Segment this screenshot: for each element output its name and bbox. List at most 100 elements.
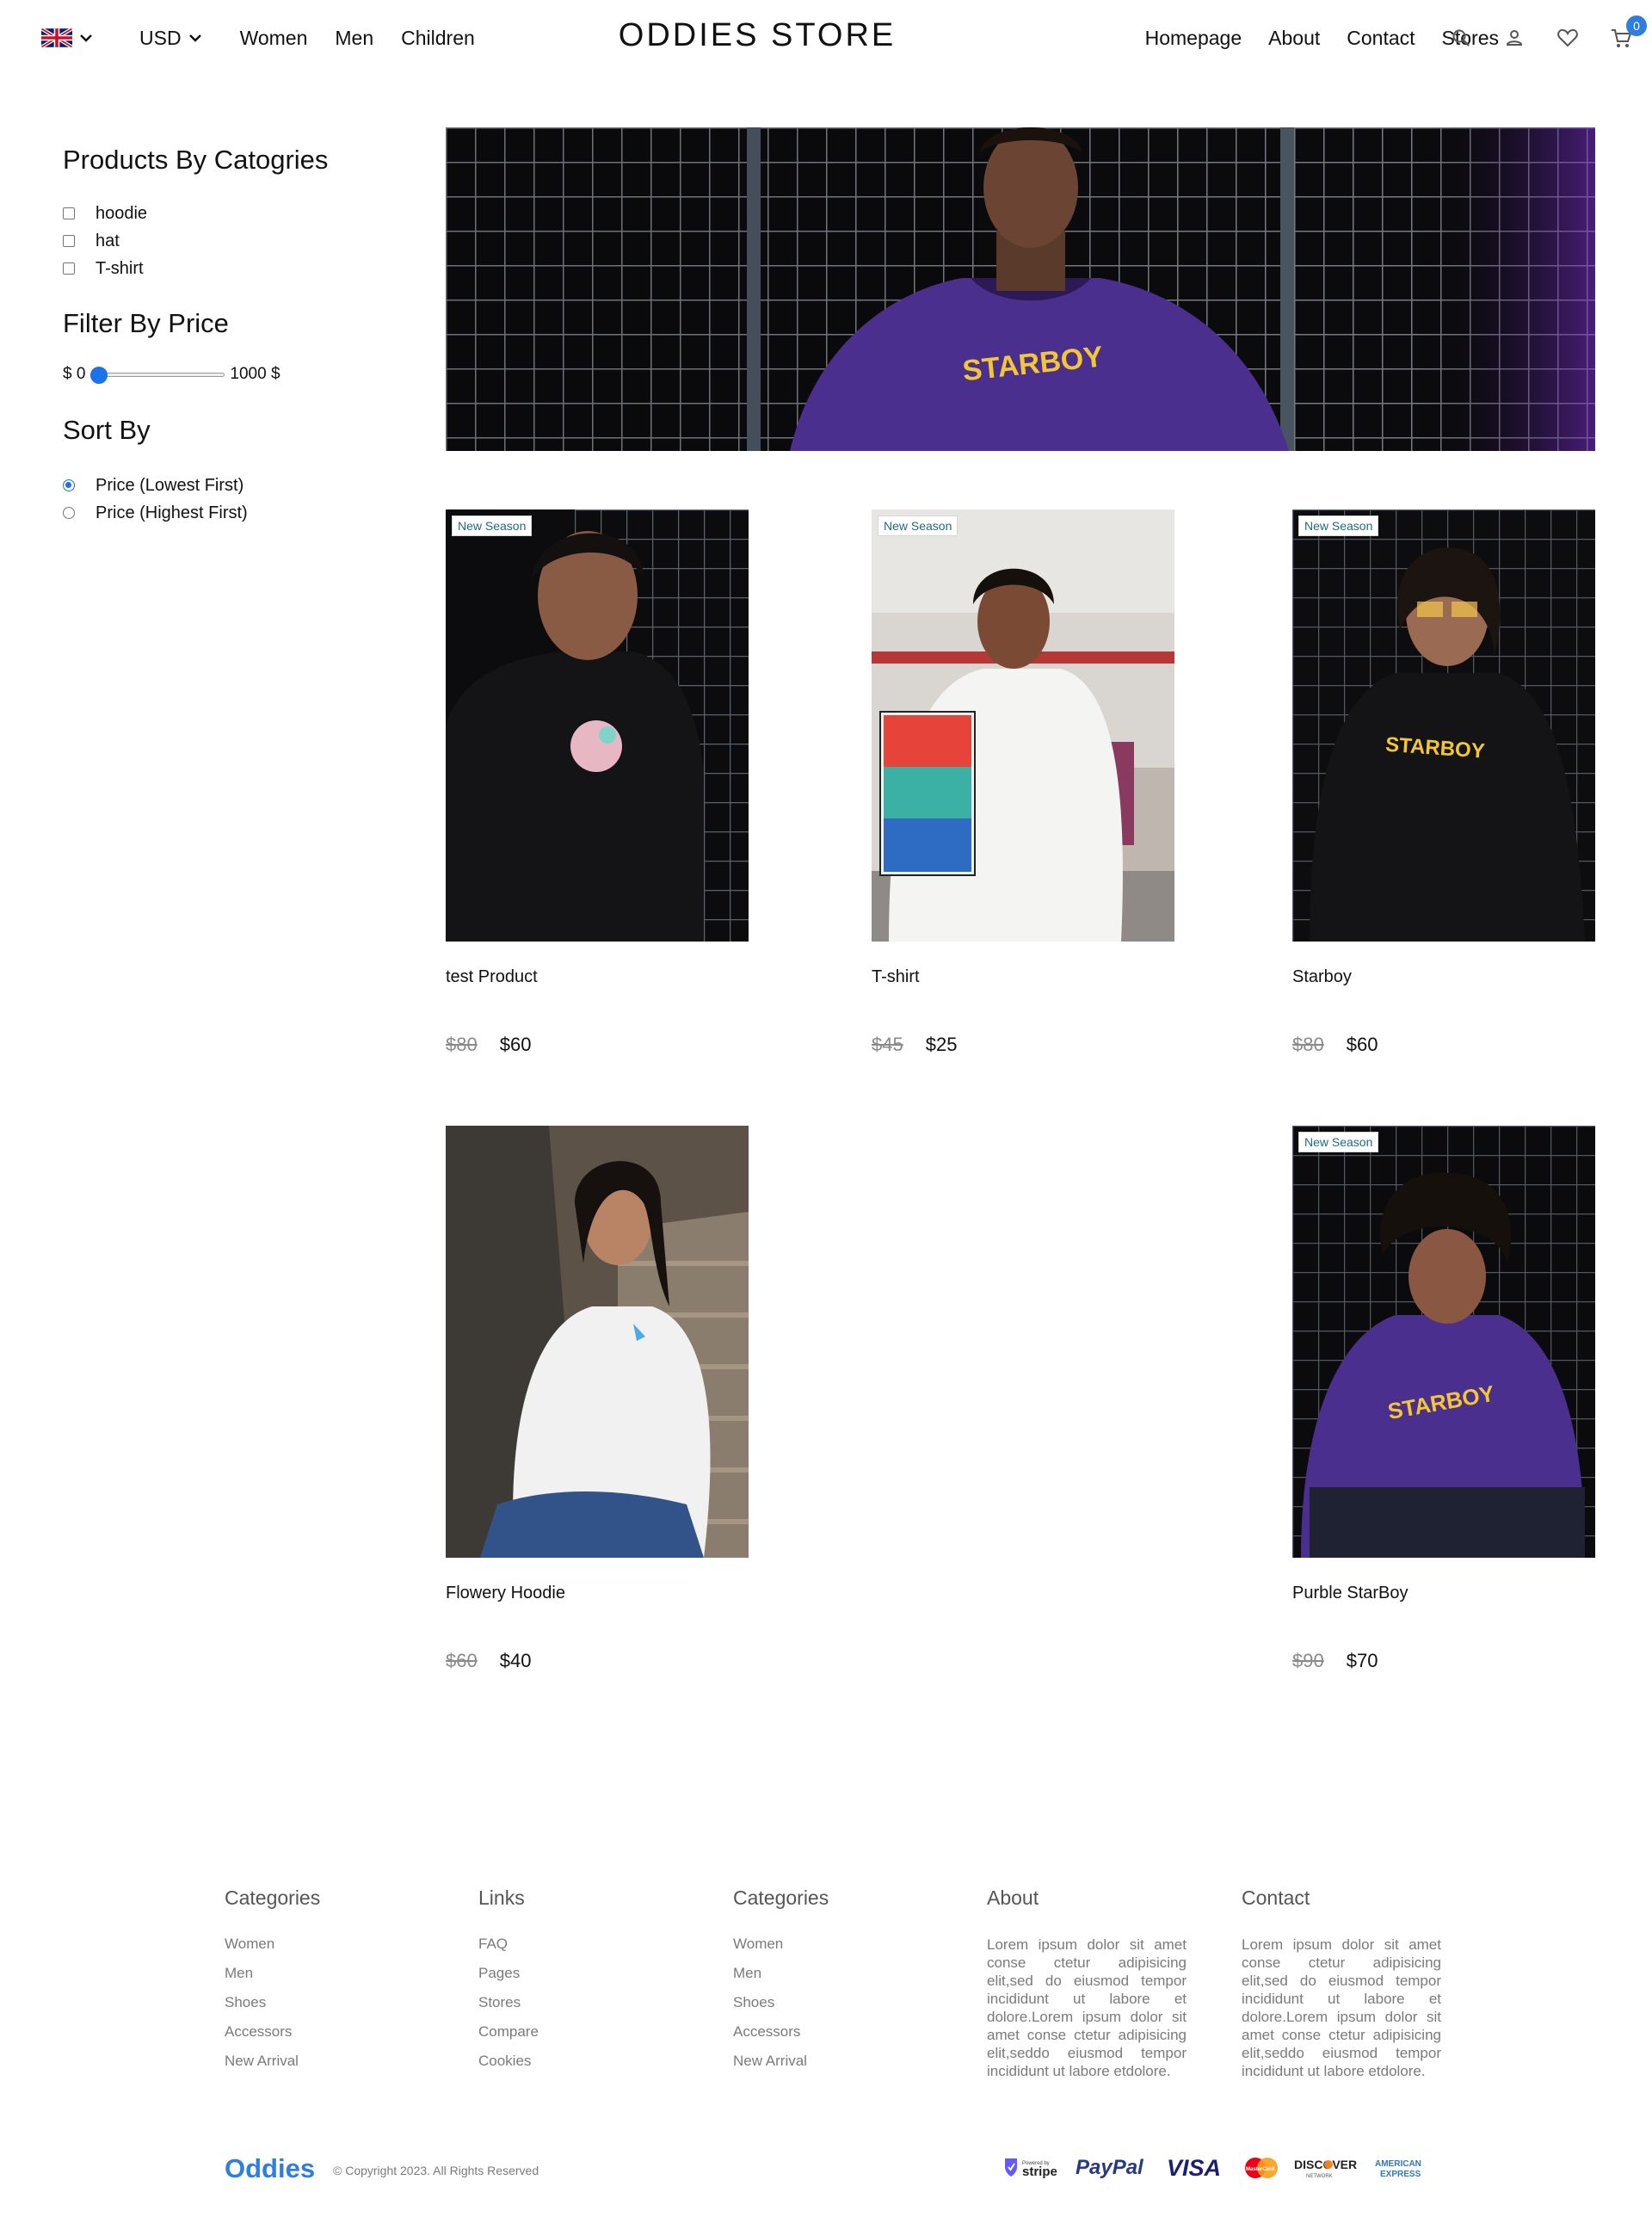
product-name[interactable]: test Product [446,967,749,987]
amex-label-bottom: EXPRESS [1380,2170,1421,2179]
new-season-badge: New Season [878,516,959,536]
footer-column-title: Categories [733,1886,829,1909]
footer-link-men[interactable]: Men [733,1965,933,1994]
search-icon[interactable] [1447,24,1475,52]
product-image[interactable]: STARBOY New Season [1292,1126,1595,1558]
sort-label: Price (Highest First) [96,503,248,522]
footer-link-shoes[interactable]: Shoes [225,1994,424,2023]
product-card[interactable]: New Season T-shirt $45 $25 [872,509,1174,1056]
footer-link-cookies[interactable]: Cookies [478,2053,678,2082]
footer-link-women[interactable]: Women [733,1936,933,1965]
footer-link-faq[interactable]: FAQ [478,1936,678,1965]
amex-icon: AMERICAN EXPRESS [1372,2157,1433,2179]
category-filter-hoodie[interactable]: hoodie [63,200,407,227]
price: $25 [925,1034,958,1055]
footer-bottom-bar: Oddies © Copyright 2023. All Rights Rese… [225,2152,1433,2186]
category-label: hoodie [96,203,148,223]
old-price: $60 [446,1650,478,1671]
footer-link-new-arrival[interactable]: New Arrival [733,2053,933,2082]
product-name[interactable]: Starboy [1292,967,1595,987]
price: $70 [1346,1650,1378,1671]
product-prices: $80 $60 [446,1034,749,1056]
product-name[interactable]: Flowery Hoodie [446,1584,749,1603]
stripe-label: stripe [1022,2164,1057,2179]
nav-link-homepage[interactable]: Homepage [1145,27,1242,50]
paypal-icon: PayPal [1076,2156,1144,2179]
product-prices: $45 $25 [872,1034,1174,1056]
footer-about-text: Lorem ipsum dolor sit amet conse ctetur … [987,1936,1187,2079]
sort-label: Price (Lowest First) [96,475,244,495]
radio-button[interactable] [63,479,75,491]
footer-categories-column: Categories Women Men Shoes Accessors New… [225,1886,424,2082]
slider-track [90,373,225,377]
checkbox[interactable] [63,207,75,219]
nav-link-about[interactable]: About [1268,27,1320,50]
footer-link-compare[interactable]: Compare [478,2023,678,2053]
radio-button[interactable] [63,507,75,519]
paypal-label: PayPal [1076,2156,1144,2179]
nav-link-contact[interactable]: Contact [1347,27,1415,50]
product-name[interactable]: T-shirt [872,967,1174,987]
category-filter-list: hoodie hat T-shirt [63,200,407,282]
footer-links-column: Links FAQ Pages Stores Compare Cookies [478,1886,678,2082]
category-label: T-shirt [96,258,144,278]
user-icon[interactable] [1501,24,1528,52]
category-filter-tshirt[interactable]: T-shirt [63,255,407,282]
footer-link-shoes[interactable]: Shoes [733,1994,933,2023]
footer-link-accessors[interactable]: Accessors [225,2023,424,2053]
product-image[interactable]: STARBOY New Season [1292,509,1595,942]
sort-title: Sort By [63,415,151,445]
sort-options: Price (Lowest First) Price (Highest Firs… [63,472,407,527]
discover-icon: DISCOVER NETWORK [1294,2158,1357,2179]
product-card[interactable]: STARBOY New Season Starboy $80 $60 [1292,509,1595,1056]
footer-link-women[interactable]: Women [225,1936,424,1965]
product-card[interactable]: STARBOY New Season Purble StarBoy $90 $7… [1292,1126,1595,1672]
product-prices: $90 $70 [1292,1650,1595,1672]
checkbox[interactable] [63,235,75,247]
footer-contact-column: Contact Lorem ipsum dolor sit amet conse… [1242,1886,1441,2080]
footer-link-men[interactable]: Men [225,1965,424,1994]
footer-link-accessors[interactable]: Accessors [733,2023,933,2053]
amex-label-top: AMERICAN [1375,2159,1421,2169]
product-image[interactable]: New Season [872,509,1174,942]
footer-about-column: About Lorem ipsum dolor sit amet conse c… [987,1886,1187,2080]
sort-option-lowest[interactable]: Price (Lowest First) [63,472,407,499]
product-name[interactable]: Purble StarBoy [1292,1584,1595,1603]
footer-contact-text: Lorem ipsum dolor sit amet conse ctetur … [1242,1936,1441,2079]
footer-link-new-arrival[interactable]: New Arrival [225,2053,424,2082]
copyright-text: © Copyright 2023. All Rights Reserved [333,2164,539,2177]
slider-thumb[interactable] [90,367,108,384]
mastercard-label: MasterCard [1246,2167,1274,2172]
old-price: $90 [1292,1650,1324,1671]
heart-icon[interactable] [1554,24,1581,52]
hero-banner-image: STARBOY [446,127,1595,451]
old-price: $80 [446,1034,478,1055]
categories-title: Products By Catogries [63,145,329,175]
old-price: $80 [1292,1034,1324,1055]
cart-icon[interactable]: 0 [1607,15,1647,52]
footer-logo[interactable]: Oddies [225,2153,315,2184]
stripe-icon: Powered by stripe [1005,2158,1057,2179]
price: $60 [1346,1034,1378,1055]
visa-icon: VISA [1167,2155,1221,2181]
category-label: hat [96,231,120,250]
product-card[interactable]: New Season test Product $80 $60 [446,509,749,1056]
product-prices: $60 $40 [446,1650,749,1672]
footer-link-stores[interactable]: Stores [478,1994,678,2023]
price-slider[interactable] [89,365,226,384]
new-season-badge: New Season [452,516,533,536]
footer-column-title: Categories [225,1886,321,1909]
footer-link-pages[interactable]: Pages [478,1965,678,1994]
navbar: USD Women Men Children ODDIES STORE Home… [0,0,1652,76]
footer-categories-column-2: Categories Women Men Shoes Accessors New… [733,1886,933,2082]
checkbox[interactable] [63,262,75,275]
footer-column-title: About [987,1886,1039,1909]
sort-option-highest[interactable]: Price (Highest First) [63,499,407,527]
product-image[interactable] [446,1126,749,1558]
price: $60 [499,1034,532,1055]
new-season-badge: New Season [1298,1132,1379,1152]
product-card[interactable]: Flowery Hoodie $60 $40 [446,1126,749,1672]
product-image[interactable]: New Season [446,509,749,942]
price-filter-row: $ 0 1000 $ [63,365,407,384]
category-filter-hat[interactable]: hat [63,227,407,255]
